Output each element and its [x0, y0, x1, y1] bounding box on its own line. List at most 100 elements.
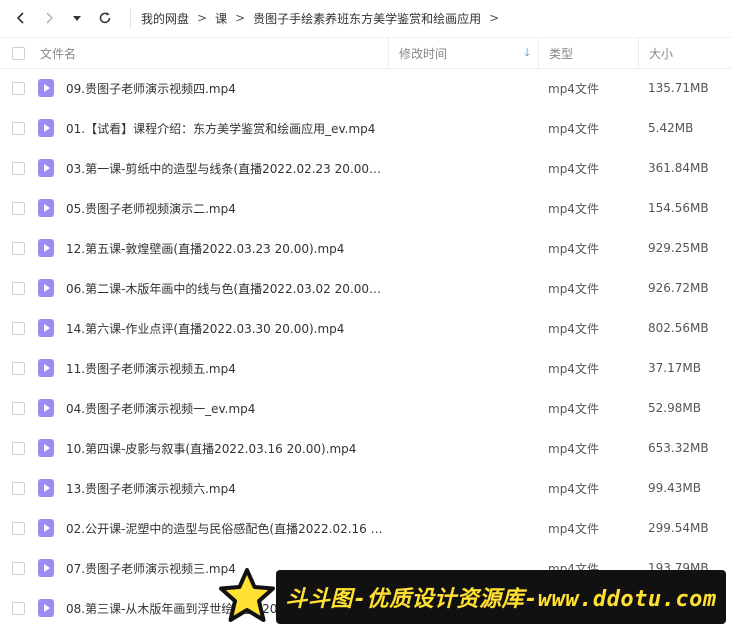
row-select-cell: [0, 481, 36, 495]
breadcrumb-item-current[interactable]: 贵图子手绘素养班东方美学鉴赏和绘画应用: [253, 10, 481, 27]
file-type: mp4文件: [548, 121, 599, 136]
file-name-cell: 02.公开课-泥塑中的造型与民俗感配色(直播2022.02.16 2...: [36, 519, 388, 537]
file-size: 135.71MB: [648, 81, 709, 95]
row-select-cell: [0, 281, 36, 295]
file-name-cell: 10.第四课-皮影与叙事(直播2022.03.16 20.00).mp4: [36, 439, 388, 457]
file-name[interactable]: 09.贵图子老师演示视频四.mp4: [66, 80, 236, 97]
file-size: 653.32MB: [648, 441, 709, 455]
column-header-name[interactable]: 文件名: [36, 37, 388, 69]
breadcrumb-separator: >: [235, 11, 246, 25]
file-type: mp4文件: [548, 321, 599, 336]
chevron-left-icon: [16, 12, 24, 24]
breadcrumb-item-root[interactable]: 我的网盘: [141, 10, 189, 27]
file-row[interactable]: 01.【试看】课程介绍：东方美学鉴赏和绘画应用_ev.mp4 mp4文件 5.4…: [0, 108, 732, 148]
file-size: 154.56MB: [648, 201, 709, 215]
file-row[interactable]: 05.贵图子老师视频演示二.mp4 mp4文件 154.56MB: [0, 188, 732, 228]
row-checkbox[interactable]: [11, 601, 25, 615]
column-header-time[interactable]: 修改时间 🡓: [388, 37, 538, 69]
video-file-icon: [38, 599, 54, 617]
file-name[interactable]: 01.【试看】课程介绍：东方美学鉴赏和绘画应用_ev.mp4: [66, 120, 375, 137]
column-header-time-label: 修改时间: [399, 46, 448, 61]
file-size: 299.54MB: [648, 521, 709, 535]
file-list-header: 文件名 修改时间 🡓 类型 大小: [0, 37, 732, 69]
file-row[interactable]: 04.贵图子老师演示视频一_ev.mp4 mp4文件 52.98MB: [0, 388, 732, 428]
file-row[interactable]: 06.第二课-木版年画中的线与色(直播2022.03.02 20.00)....…: [0, 268, 732, 308]
row-checkbox[interactable]: [11, 241, 25, 255]
file-type: mp4文件: [548, 81, 599, 96]
toolbar-separator: [130, 8, 131, 28]
video-file-icon: [38, 119, 54, 137]
video-file-icon: [38, 399, 54, 417]
video-file-icon: [38, 199, 54, 217]
file-size: 802.56MB: [648, 321, 709, 335]
file-type: mp4文件: [548, 201, 599, 216]
row-checkbox[interactable]: [11, 361, 25, 375]
video-file-icon: [38, 239, 54, 257]
file-name[interactable]: 13.贵图子老师演示视频六.mp4: [66, 480, 236, 497]
file-name-cell: 14.第六课-作业点评(直播2022.03.30 20.00).mp4: [36, 319, 388, 337]
file-row[interactable]: 12.第五课-敦煌壁画(直播2022.03.23 20.00).mp4 mp4文…: [0, 228, 732, 268]
row-checkbox[interactable]: [11, 521, 25, 535]
refresh-button[interactable]: [94, 7, 116, 29]
video-file-icon: [38, 79, 54, 97]
file-name-cell: 05.贵图子老师视频演示二.mp4: [36, 199, 388, 217]
file-type: mp4文件: [548, 521, 599, 536]
file-name-cell: 11.贵图子老师演示视频五.mp4: [36, 359, 388, 377]
row-checkbox[interactable]: [11, 161, 25, 175]
back-button[interactable]: [10, 7, 32, 29]
file-list: 09.贵图子老师演示视频四.mp4 mp4文件 135.71MB 01.【试看】…: [0, 68, 732, 625]
select-all-checkbox[interactable]: [11, 46, 25, 60]
row-checkbox[interactable]: [11, 121, 25, 135]
row-checkbox[interactable]: [11, 481, 25, 495]
row-checkbox[interactable]: [11, 561, 25, 575]
breadcrumb: 我的网盘 > 课 > 贵图子手绘素养班东方美学鉴赏和绘画应用 >: [141, 10, 507, 27]
file-row[interactable]: 02.公开课-泥塑中的造型与民俗感配色(直播2022.02.16 2... mp…: [0, 508, 732, 548]
watermark-text: 斗斗图-优质设计资源库-www.ddotu.com: [285, 587, 717, 612]
caret-down-icon: [73, 16, 81, 21]
file-name[interactable]: 03.第一课-剪纸中的造型与线条(直播2022.02.23 20.00)_...: [66, 160, 384, 177]
file-row[interactable]: 14.第六课-作业点评(直播2022.03.30 20.00).mp4 mp4文…: [0, 308, 732, 348]
row-checkbox[interactable]: [11, 281, 25, 295]
file-size: 361.84MB: [648, 161, 709, 175]
file-name[interactable]: 12.第五课-敦煌壁画(直播2022.03.23 20.00).mp4: [66, 240, 344, 257]
file-name[interactable]: 11.贵图子老师演示视频五.mp4: [66, 360, 236, 377]
file-row[interactable]: 09.贵图子老师演示视频四.mp4 mp4文件 135.71MB: [0, 68, 732, 108]
file-name-cell: 12.第五课-敦煌壁画(直播2022.03.23 20.00).mp4: [36, 239, 388, 257]
file-type: mp4文件: [548, 401, 599, 416]
file-type: mp4文件: [548, 361, 599, 376]
video-file-icon: [38, 319, 54, 337]
file-name[interactable]: 06.第二课-木版年画中的线与色(直播2022.03.02 20.00)....: [66, 280, 384, 297]
row-checkbox[interactable]: [11, 441, 25, 455]
file-name-cell: 01.【试看】课程介绍：东方美学鉴赏和绘画应用_ev.mp4: [36, 119, 388, 137]
column-header-size[interactable]: 大小: [638, 37, 732, 69]
file-name[interactable]: 07.贵图子老师演示视频三.mp4: [66, 560, 236, 577]
file-row[interactable]: 03.第一课-剪纸中的造型与线条(直播2022.02.23 20.00)_...…: [0, 148, 732, 188]
history-dropdown-button[interactable]: [66, 7, 88, 29]
row-checkbox[interactable]: [11, 321, 25, 335]
file-name[interactable]: 14.第六课-作业点评(直播2022.03.30 20.00).mp4: [66, 320, 344, 337]
file-size: 926.72MB: [648, 281, 709, 295]
file-name[interactable]: 04.贵图子老师演示视频一_ev.mp4: [66, 400, 255, 417]
row-checkbox[interactable]: [11, 401, 25, 415]
toolbar: 我的网盘 > 课 > 贵图子手绘素养班东方美学鉴赏和绘画应用 >: [0, 0, 732, 36]
file-name[interactable]: 10.第四课-皮影与叙事(直播2022.03.16 20.00).mp4: [66, 440, 356, 457]
star-icon: [219, 568, 275, 622]
file-row[interactable]: 13.贵图子老师演示视频六.mp4 mp4文件 99.43MB: [0, 468, 732, 508]
row-checkbox[interactable]: [11, 201, 25, 215]
row-checkbox[interactable]: [11, 81, 25, 95]
column-header-type[interactable]: 类型: [538, 37, 638, 69]
file-type: mp4文件: [548, 441, 599, 456]
file-size: 37.17MB: [648, 361, 701, 375]
row-select-cell: [0, 161, 36, 175]
sort-desc-icon: 🡓: [524, 45, 530, 59]
file-row[interactable]: 11.贵图子老师演示视频五.mp4 mp4文件 37.17MB: [0, 348, 732, 388]
breadcrumb-item-folder[interactable]: 课: [215, 10, 227, 27]
file-row[interactable]: 10.第四课-皮影与叙事(直播2022.03.16 20.00).mp4 mp4…: [0, 428, 732, 468]
file-name[interactable]: 02.公开课-泥塑中的造型与民俗感配色(直播2022.02.16 2...: [66, 520, 384, 537]
forward-button[interactable]: [38, 7, 60, 29]
video-file-icon: [38, 559, 54, 577]
file-name[interactable]: 05.贵图子老师视频演示二.mp4: [66, 200, 236, 217]
breadcrumb-separator: >: [197, 11, 208, 25]
row-select-cell: [0, 601, 36, 615]
chevron-right-icon: [46, 12, 54, 24]
